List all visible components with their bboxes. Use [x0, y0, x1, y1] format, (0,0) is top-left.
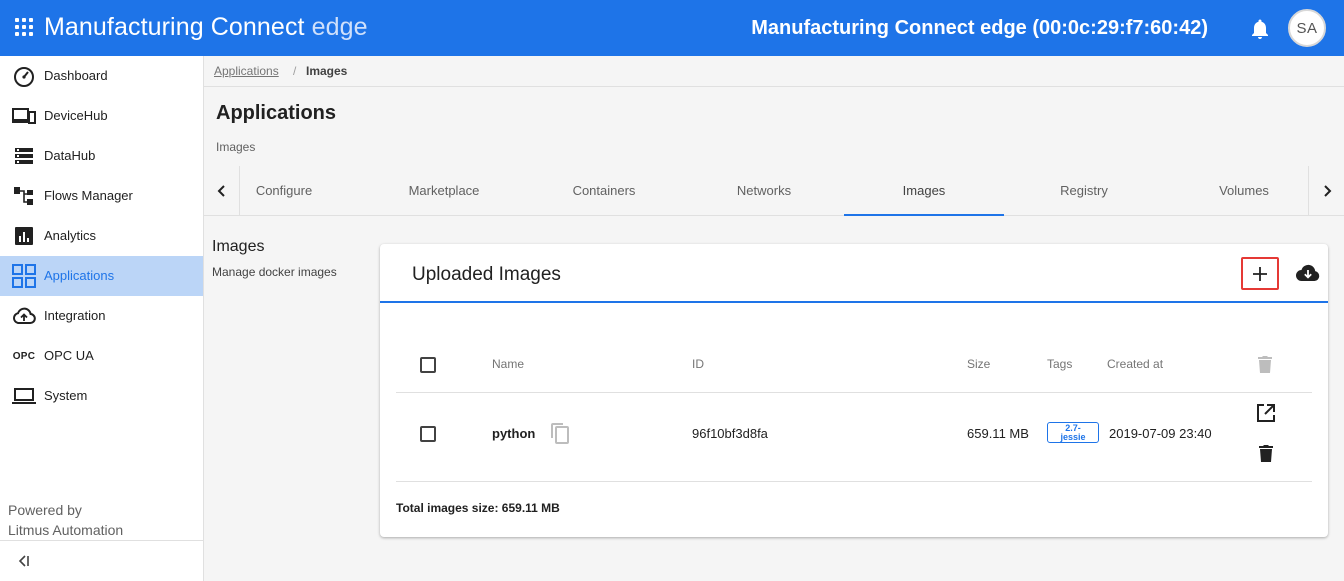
- breadcrumb-applications-link[interactable]: Applications: [214, 64, 279, 78]
- breadcrumb-separator: /: [293, 64, 297, 78]
- user-avatar[interactable]: SA: [1288, 9, 1326, 47]
- tab-networks[interactable]: Networks: [684, 166, 844, 215]
- notifications-bell-icon[interactable]: [1250, 18, 1270, 40]
- card-title: Uploaded Images: [412, 264, 561, 285]
- uploaded-images-card: Uploaded Images Name ID Size Tags Create…: [380, 244, 1328, 537]
- sidebar-item-flows-manager[interactable]: Flows Manager: [0, 176, 203, 216]
- top-app-bar: Manufacturing Connect edge Manufacturing…: [0, 0, 1344, 56]
- image-tag-badge[interactable]: 2.7- jessie: [1047, 422, 1099, 443]
- tabs-scroll-right-button[interactable]: [1308, 166, 1344, 215]
- sidebar-item-label: OPC UA: [44, 348, 94, 363]
- main-content: Applications / Images Applications Image…: [204, 56, 1344, 581]
- breadcrumb-current: Images: [306, 64, 348, 78]
- sidebar-item-integration[interactable]: Integration: [0, 296, 203, 336]
- add-image-button[interactable]: [1241, 257, 1279, 290]
- sidebar-item-dashboard[interactable]: Dashboard: [0, 56, 203, 96]
- open-image-button[interactable]: [1255, 402, 1277, 424]
- sidebar-item-analytics[interactable]: Analytics: [0, 216, 203, 256]
- tab-marketplace[interactable]: Marketplace: [364, 166, 524, 215]
- sidebar-item-opc-ua[interactable]: OPC OPC UA: [0, 336, 203, 376]
- tab-images[interactable]: Images: [844, 166, 1004, 216]
- storage-icon: [12, 145, 36, 167]
- breadcrumb: Applications / Images: [204, 56, 1344, 87]
- laptop-icon: [12, 385, 36, 407]
- powered-by: Powered by Litmus Automation: [8, 500, 123, 540]
- sidebar-item-devicehub[interactable]: DeviceHub: [0, 96, 203, 136]
- tab-containers[interactable]: Containers: [524, 166, 684, 215]
- cloud-upload-icon: [12, 305, 36, 327]
- collapse-sidebar-icon: [16, 553, 32, 569]
- tag-line: jessie: [1060, 432, 1086, 442]
- copy-icon: [551, 423, 569, 444]
- row-checkbox[interactable]: [420, 426, 436, 442]
- sidebar-item-label: Integration: [44, 308, 106, 323]
- tab-bar: Configure Marketplace Containers Network…: [204, 166, 1344, 216]
- sidebar-item-system[interactable]: System: [0, 376, 203, 416]
- page-title: Applications: [216, 102, 337, 124]
- app-brand[interactable]: Manufacturing Connect edge: [44, 13, 368, 42]
- card-header: Uploaded Images: [380, 244, 1328, 303]
- sidebar-item-label: Dashboard: [44, 68, 108, 83]
- tab-configure[interactable]: Configure: [204, 166, 364, 215]
- sidebar-item-label: Analytics: [44, 228, 97, 243]
- column-header-id[interactable]: ID: [692, 357, 704, 371]
- image-id: 96f10bf3d8fa: [692, 426, 768, 441]
- select-all-checkbox[interactable]: [420, 357, 436, 373]
- total-images-size: Total images size: 659.11 MB: [396, 501, 560, 515]
- opc-icon: OPC: [12, 350, 36, 362]
- devices-icon: [12, 105, 36, 127]
- app-launcher-icon[interactable]: [15, 18, 33, 36]
- section-description: Manage docker images: [212, 265, 337, 279]
- device-title: Manufacturing Connect edge (00:0c:29:f7:…: [751, 17, 1208, 39]
- column-header-name[interactable]: Name: [492, 357, 524, 371]
- column-header-tags: Tags: [1047, 357, 1073, 371]
- pull-image-button[interactable]: [1294, 261, 1322, 285]
- delete-image-button[interactable]: [1255, 442, 1277, 464]
- chevron-right-icon: [1323, 184, 1331, 197]
- tab-registry[interactable]: Registry: [1004, 166, 1164, 215]
- sidebar-item-datahub[interactable]: DataHub: [0, 136, 203, 176]
- plus-icon: [1253, 266, 1267, 281]
- tab-volumes[interactable]: Volumes: [1164, 166, 1324, 215]
- sidebar-item-label: Flows Manager: [44, 188, 133, 203]
- apps-grid-icon: [12, 264, 36, 288]
- image-name: python: [492, 426, 536, 441]
- image-size: 659.11 MB: [967, 426, 1029, 441]
- sidebar-item-label: DeviceHub: [44, 108, 108, 123]
- trash-icon: [1258, 356, 1272, 373]
- brand-name: Manufacturing Connect: [44, 13, 305, 41]
- open-in-new-icon: [1257, 404, 1275, 422]
- sidebar-item-label: System: [44, 388, 88, 403]
- image-created-at: 2019-07-09 23:40: [1109, 426, 1212, 441]
- brand-suffix: edge: [311, 13, 368, 41]
- trash-icon: [1259, 445, 1273, 462]
- analytics-icon: [12, 225, 36, 247]
- page-subtitle: Images: [216, 140, 256, 154]
- powered-by-label: Powered by: [8, 502, 82, 518]
- company-name: Litmus Automation: [8, 522, 124, 538]
- flow-icon: [12, 185, 36, 207]
- sidebar-item-label: DataHub: [44, 148, 96, 163]
- divider: [396, 392, 1312, 393]
- column-header-size[interactable]: Size: [967, 357, 990, 371]
- sidebar-item-label: Applications: [44, 268, 115, 283]
- speedometer-icon: [12, 65, 36, 87]
- column-header-created[interactable]: Created at: [1107, 357, 1163, 371]
- cloud-download-icon: [1296, 264, 1320, 281]
- copy-name-button[interactable]: [549, 421, 571, 445]
- divider: [396, 481, 1312, 482]
- sidebar-collapse-button[interactable]: [0, 540, 203, 581]
- sidebar: Dashboard DeviceHub DataHub Flows Manage…: [0, 56, 204, 581]
- sidebar-item-applications[interactable]: Applications: [0, 256, 203, 296]
- delete-selected-button[interactable]: [1255, 353, 1275, 375]
- section-title: Images: [212, 238, 265, 255]
